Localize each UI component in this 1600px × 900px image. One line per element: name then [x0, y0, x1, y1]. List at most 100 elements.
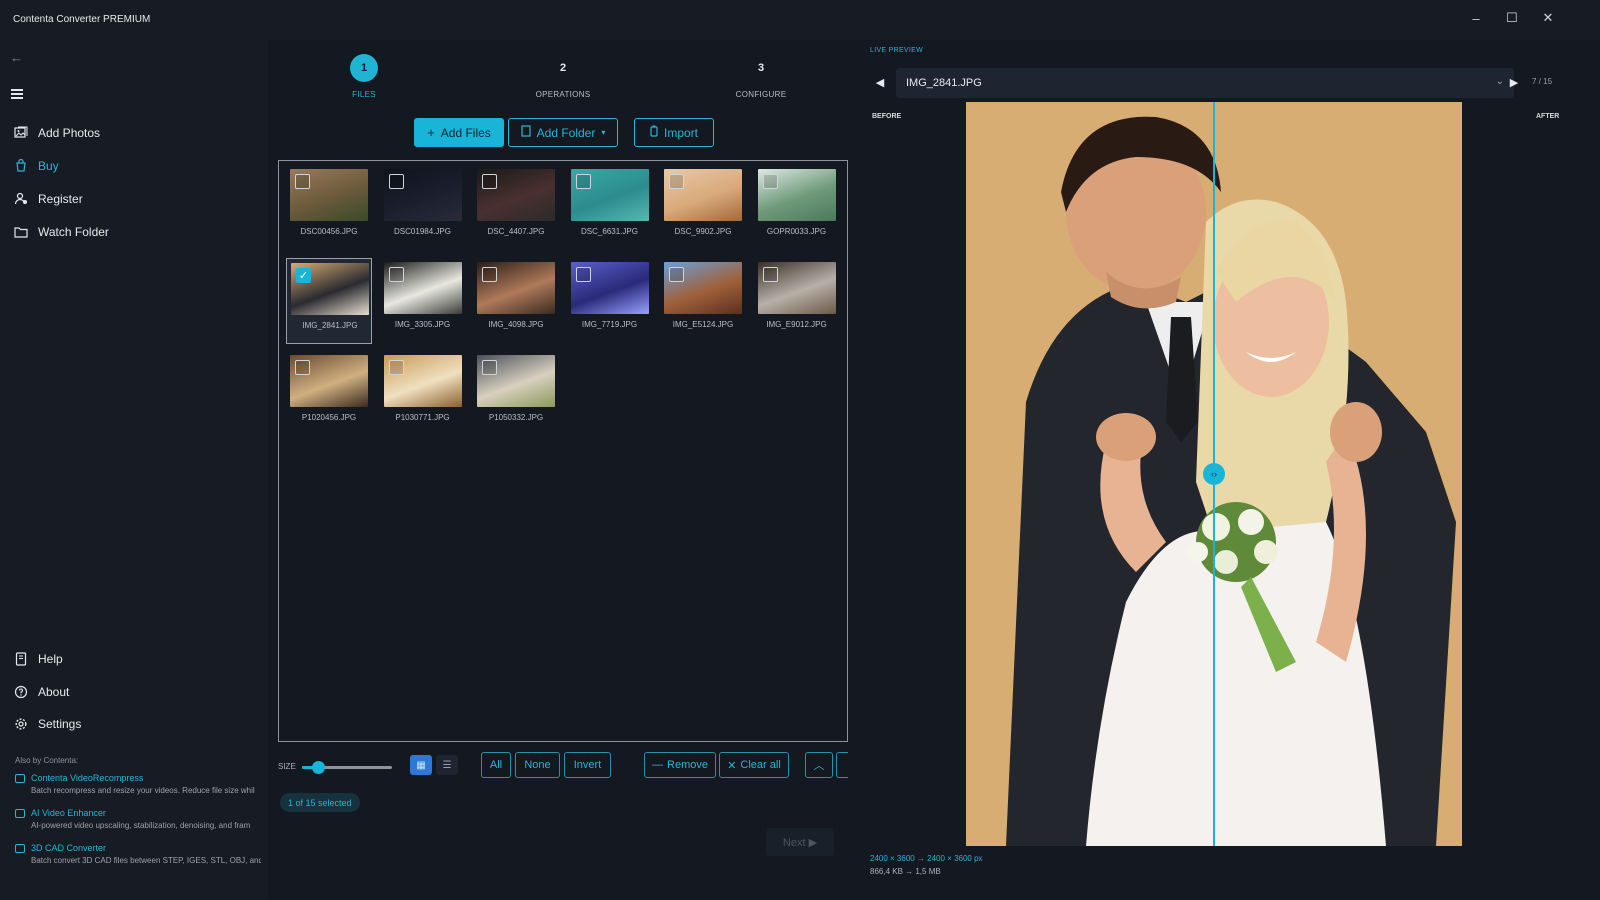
register-icon [14, 192, 28, 206]
nav-label: Help [38, 652, 63, 666]
file-checkbox[interactable] [762, 174, 778, 189]
list-view-icon[interactable]: ☰ [436, 755, 458, 775]
buy-icon [14, 158, 28, 173]
file-checkbox[interactable] [669, 174, 684, 189]
add-files-button[interactable]: + Add Files [414, 118, 504, 147]
file-checkbox[interactable]: ✓ [296, 268, 311, 283]
file-thumbnail[interactable]: P1020456.JPG [286, 351, 372, 437]
file-thumbnail[interactable]: IMG_3305.JPG [380, 258, 466, 344]
file-thumbnail[interactable]: DSC00456.JPG [286, 165, 372, 251]
file-checkbox[interactable] [388, 267, 404, 282]
close-button[interactable]: ✕ [1534, 6, 1562, 30]
file-thumbnail[interactable]: IMG_E9012.JPG [754, 258, 840, 344]
file-thumbnail[interactable]: DSC_9902.JPG [660, 165, 746, 251]
also-by-label: Also by Contenta: [15, 756, 79, 765]
step-number: 1 [350, 54, 378, 82]
nav-label: Add Photos [38, 126, 101, 140]
file-thumbnail[interactable]: IMG_4098.JPG [473, 258, 559, 344]
file-checkbox[interactable] [388, 360, 404, 375]
nav-watch-folder[interactable]: Watch Folder [14, 220, 109, 244]
file-checkbox[interactable] [669, 267, 684, 282]
select-none-button[interactable]: None [515, 752, 560, 778]
file-thumbnail[interactable]: GOPR0033.JPG [754, 165, 840, 251]
step-configure[interactable]: 3 CONFIGURE [711, 54, 811, 99]
move-down-button[interactable] [836, 752, 848, 778]
promo-videorecompress[interactable]: Contenta VideoRecompress Batch recompres… [15, 773, 261, 795]
nav-help[interactable]: Help [14, 647, 63, 671]
file-checkbox[interactable] [482, 267, 497, 282]
import-button[interactable]: Import [634, 118, 714, 147]
file-checkbox[interactable] [388, 174, 404, 189]
nav-buy[interactable]: Buy [14, 154, 59, 178]
step-operations[interactable]: 2 OPERATIONS [513, 54, 613, 99]
file-name: GOPR0033.JPG [766, 227, 827, 236]
clear-all-button[interactable]: ✕ Clear all [719, 752, 789, 778]
move-up-button[interactable]: ︿ [805, 752, 833, 778]
step-number: 3 [757, 62, 765, 74]
file-checkbox[interactable] [482, 174, 497, 189]
file-checkbox[interactable] [575, 267, 591, 282]
file-thumbnail[interactable]: ✓ IMG_2841.JPG [286, 258, 372, 344]
import-label: Import [663, 125, 698, 140]
prev-image-button[interactable]: ◀ [870, 68, 890, 96]
gear-icon [14, 717, 28, 731]
file-checkbox[interactable] [762, 267, 778, 282]
step-label: FILES [352, 90, 376, 99]
bottom-toolbar: SIZE ▦ ☰ All None Invert — Remove ✕ Clea… [268, 750, 860, 784]
file-thumbnail[interactable]: IMG_7719.JPG [567, 258, 653, 344]
promo-title: 3D CAD Converter [31, 843, 107, 853]
nav-add-photos[interactable]: Add Photos [14, 121, 100, 145]
file-checkbox[interactable] [575, 174, 591, 189]
grid-view-icon[interactable]: ▦ [410, 755, 432, 775]
file-checkbox[interactable] [482, 360, 497, 375]
minimize-button[interactable]: – [1462, 6, 1490, 30]
slider-thumb[interactable] [312, 761, 326, 774]
hamburger-menu-icon[interactable] [11, 87, 29, 103]
chevron-down-icon: ▾ [601, 128, 606, 137]
x-icon: ✕ [727, 759, 737, 772]
remove-button[interactable]: — Remove [644, 752, 716, 778]
selection-count-badge: 1 of 15 selected [280, 793, 360, 812]
add-folder-label: Add Folder [536, 125, 596, 140]
about-icon [14, 685, 28, 699]
next-image-button[interactable]: ▶ [1504, 68, 1524, 96]
minus-icon: — [652, 759, 664, 771]
nav-register[interactable]: Register [14, 187, 83, 211]
file-checkbox[interactable] [295, 174, 310, 189]
file-name: IMG_2841.JPG [302, 321, 358, 330]
back-arrow-icon[interactable]: ← [10, 50, 30, 68]
compare-divider-handle-icon[interactable]: ‹› [1203, 463, 1225, 485]
step-number: 2 [559, 62, 567, 74]
nav-about[interactable]: About [14, 680, 69, 704]
nav-label: Settings [38, 717, 82, 731]
file-thumbnail[interactable]: IMG_E5124.JPG [660, 258, 746, 344]
file-thumbnail[interactable]: P1050332.JPG [473, 351, 559, 437]
promo-ai-video-enhancer[interactable]: AI Video Enhancer AI-powered video upsca… [15, 808, 261, 830]
nav-label: About [38, 685, 70, 699]
preview-file-dropdown[interactable]: IMG_2841.JPG ⌄ [896, 68, 1514, 98]
maximize-button[interactable]: ☐ [1498, 6, 1526, 30]
size-slider[interactable] [302, 761, 392, 774]
size-label: SIZE [278, 762, 296, 771]
file-checkbox[interactable] [295, 360, 310, 375]
select-all-button[interactable]: All [481, 752, 511, 778]
file-thumbnail[interactable]: DSC01984.JPG [380, 165, 466, 251]
remove-label: Remove [667, 759, 708, 771]
cube-icon [15, 843, 25, 853]
file-thumbnail[interactable]: P1030771.JPG [380, 351, 466, 437]
next-button[interactable]: Next ▶ [766, 828, 834, 856]
invert-selection-button[interactable]: Invert [564, 752, 611, 778]
step-files[interactable]: 1 FILES [314, 54, 414, 99]
file-grid[interactable]: DSC00456.JPG DSC01984.JPG DSC_4407.JPG DSC_… [278, 160, 848, 742]
file-thumbnail[interactable]: DSC_6631.JPG [567, 165, 653, 251]
promo-title: Contenta VideoRecompress [31, 773, 144, 783]
file-thumbnail[interactable]: DSC_4407.JPG [473, 165, 559, 251]
promo-title: AI Video Enhancer [31, 808, 106, 818]
add-folder-button[interactable]: Add Folder ▾ [508, 118, 618, 147]
file-name: IMG_3305.JPG [394, 320, 451, 329]
import-icon [650, 125, 658, 140]
nav-settings[interactable]: Settings [14, 712, 81, 736]
promo-3d-cad-converter[interactable]: 3D CAD Converter Batch convert 3D CAD fi… [15, 843, 261, 865]
before-label: BEFORE [872, 113, 902, 120]
file-name: IMG_4098.JPG [488, 320, 544, 329]
